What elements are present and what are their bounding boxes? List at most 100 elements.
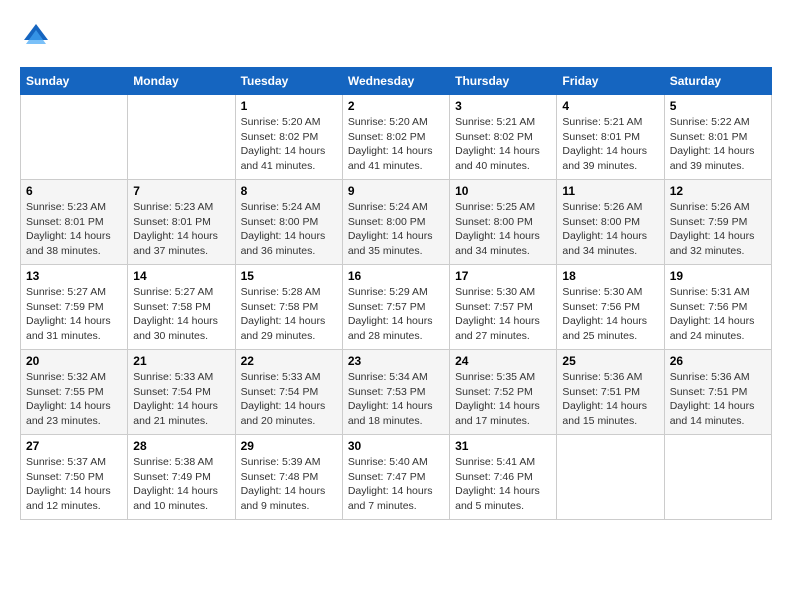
page-header [20,20,772,52]
day-info: Sunrise: 5:24 AM Sunset: 8:00 PM Dayligh… [348,200,444,259]
calendar-cell: 14 Sunrise: 5:27 AM Sunset: 7:58 PM Dayli… [128,265,235,350]
day-number: 2 [348,99,444,113]
calendar-cell: 19Sunrise: 5:31 AM Sunset: 7:56 PM Dayli… [664,265,771,350]
calendar-cell [557,435,664,520]
day-info: Sunrise: 5:28 AM Sunset: 7:58 PM Dayligh… [241,285,337,344]
calendar-cell [128,95,235,180]
calendar-cell: 18 Sunrise: 5:30 AM Sunset: 7:56 PM Dayli… [557,265,664,350]
day-number: 10 [455,184,551,198]
calendar-cell [21,95,128,180]
day-info: Sunrise: 5:34 AM Sunset: 7:53 PM Dayligh… [348,370,444,429]
day-info: Sunrise: 5:23 AM Sunset: 8:01 PM Dayligh… [26,200,122,259]
header-monday: Monday [128,68,235,95]
calendar-cell: 10 Sunrise: 5:25 AM Sunset: 8:00 PM Dayli… [450,180,557,265]
header-tuesday: Tuesday [235,68,342,95]
calendar-week-row: 13 Sunrise: 5:27 AM Sunset: 7:59 PM Dayli… [21,265,772,350]
calendar-cell: 12Sunrise: 5:26 AM Sunset: 7:59 PM Dayli… [664,180,771,265]
calendar-cell: 16 Sunrise: 5:29 AM Sunset: 7:57 PM Dayli… [342,265,449,350]
day-info: Sunrise: 5:33 AM Sunset: 7:54 PM Dayligh… [133,370,229,429]
calendar-cell: 28 Sunrise: 5:38 AM Sunset: 7:49 PM Dayli… [128,435,235,520]
day-number: 9 [348,184,444,198]
day-info: Sunrise: 5:30 AM Sunset: 7:57 PM Dayligh… [455,285,551,344]
calendar-cell: 23 Sunrise: 5:34 AM Sunset: 7:53 PM Dayli… [342,350,449,435]
calendar-cell: 13 Sunrise: 5:27 AM Sunset: 7:59 PM Dayli… [21,265,128,350]
calendar-cell [664,435,771,520]
day-number: 27 [26,439,122,453]
day-number: 4 [562,99,658,113]
calendar-cell: 11 Sunrise: 5:26 AM Sunset: 8:00 PM Dayli… [557,180,664,265]
day-number: 7 [133,184,229,198]
logo [20,20,56,52]
calendar-cell: 6 Sunrise: 5:23 AM Sunset: 8:01 PM Daylig… [21,180,128,265]
day-number: 16 [348,269,444,283]
day-info: Sunrise: 5:38 AM Sunset: 7:49 PM Dayligh… [133,455,229,514]
day-number: 23 [348,354,444,368]
calendar-cell: 22 Sunrise: 5:33 AM Sunset: 7:54 PM Dayli… [235,350,342,435]
calendar-cell: 7 Sunrise: 5:23 AM Sunset: 8:01 PM Daylig… [128,180,235,265]
calendar-table: SundayMondayTuesdayWednesdayThursdayFrid… [20,67,772,520]
day-info: Sunrise: 5:35 AM Sunset: 7:52 PM Dayligh… [455,370,551,429]
header-sunday: Sunday [21,68,128,95]
day-info: Sunrise: 5:21 AM Sunset: 8:02 PM Dayligh… [455,115,551,174]
day-number: 18 [562,269,658,283]
day-number: 14 [133,269,229,283]
calendar-cell: 5 Sunrise: 5:22 AM Sunset: 8:01 PM Daylig… [664,95,771,180]
day-info: Sunrise: 5:37 AM Sunset: 7:50 PM Dayligh… [26,455,122,514]
day-info: Sunrise: 5:24 AM Sunset: 8:00 PM Dayligh… [241,200,337,259]
calendar-cell: 26 Sunrise: 5:36 AM Sunset: 7:51 PM Dayli… [664,350,771,435]
day-info: Sunrise: 5:40 AM Sunset: 7:47 PM Dayligh… [348,455,444,514]
calendar-week-row: 27 Sunrise: 5:37 AM Sunset: 7:50 PM Dayli… [21,435,772,520]
day-info: Sunrise: 5:33 AM Sunset: 7:54 PM Dayligh… [241,370,337,429]
day-number: 1 [241,99,337,113]
calendar-cell: 24 Sunrise: 5:35 AM Sunset: 7:52 PM Dayli… [450,350,557,435]
day-number: 28 [133,439,229,453]
day-info: Sunrise: 5:29 AM Sunset: 7:57 PM Dayligh… [348,285,444,344]
calendar-cell: 9 Sunrise: 5:24 AM Sunset: 8:00 PM Daylig… [342,180,449,265]
day-number: 29 [241,439,337,453]
day-number: 17 [455,269,551,283]
calendar-header-row: SundayMondayTuesdayWednesdayThursdayFrid… [21,68,772,95]
calendar-cell: 8 Sunrise: 5:24 AM Sunset: 8:00 PM Daylig… [235,180,342,265]
day-info: Sunrise: 5:26 AM Sunset: 8:00 PM Dayligh… [562,200,658,259]
header-thursday: Thursday [450,68,557,95]
day-info: Sunrise: 5:25 AM Sunset: 8:00 PM Dayligh… [455,200,551,259]
day-info: Sunrise: 5:26 AM Sunset: 7:59 PM Dayligh… [670,200,766,259]
day-info: Sunrise: 5:23 AM Sunset: 8:01 PM Dayligh… [133,200,229,259]
day-number: 3 [455,99,551,113]
calendar-cell: 3 Sunrise: 5:21 AM Sunset: 8:02 PM Daylig… [450,95,557,180]
day-number: 22 [241,354,337,368]
day-number: 5 [670,99,766,113]
day-number: 24 [455,354,551,368]
day-number: 21 [133,354,229,368]
day-number: 20 [26,354,122,368]
calendar-cell: 31Sunrise: 5:41 AM Sunset: 7:46 PM Dayli… [450,435,557,520]
day-info: Sunrise: 5:36 AM Sunset: 7:51 PM Dayligh… [562,370,658,429]
calendar-cell: 21 Sunrise: 5:33 AM Sunset: 7:54 PM Dayli… [128,350,235,435]
day-number: 8 [241,184,337,198]
day-number: 15 [241,269,337,283]
calendar-cell: 20Sunrise: 5:32 AM Sunset: 7:55 PM Dayli… [21,350,128,435]
day-number: 26 [670,354,766,368]
header-friday: Friday [557,68,664,95]
day-info: Sunrise: 5:27 AM Sunset: 7:58 PM Dayligh… [133,285,229,344]
calendar-cell: 2Sunrise: 5:20 AM Sunset: 8:02 PM Daylig… [342,95,449,180]
calendar-cell: 15 Sunrise: 5:28 AM Sunset: 7:58 PM Dayli… [235,265,342,350]
calendar-cell: 30Sunrise: 5:40 AM Sunset: 7:47 PM Dayli… [342,435,449,520]
calendar-week-row: 6 Sunrise: 5:23 AM Sunset: 8:01 PM Daylig… [21,180,772,265]
day-info: Sunrise: 5:20 AM Sunset: 8:02 PM Dayligh… [241,115,337,174]
day-number: 11 [562,184,658,198]
header-saturday: Saturday [664,68,771,95]
calendar-cell: 25Sunrise: 5:36 AM Sunset: 7:51 PM Dayli… [557,350,664,435]
calendar-week-row: 1 Sunrise: 5:20 AM Sunset: 8:02 PM Daylig… [21,95,772,180]
calendar-week-row: 20Sunrise: 5:32 AM Sunset: 7:55 PM Dayli… [21,350,772,435]
calendar-cell: 29 Sunrise: 5:39 AM Sunset: 7:48 PM Dayli… [235,435,342,520]
day-info: Sunrise: 5:22 AM Sunset: 8:01 PM Dayligh… [670,115,766,174]
day-info: Sunrise: 5:27 AM Sunset: 7:59 PM Dayligh… [26,285,122,344]
header-wednesday: Wednesday [342,68,449,95]
logo-icon [20,20,52,52]
day-info: Sunrise: 5:30 AM Sunset: 7:56 PM Dayligh… [562,285,658,344]
day-info: Sunrise: 5:39 AM Sunset: 7:48 PM Dayligh… [241,455,337,514]
day-number: 6 [26,184,122,198]
day-info: Sunrise: 5:36 AM Sunset: 7:51 PM Dayligh… [670,370,766,429]
day-number: 13 [26,269,122,283]
